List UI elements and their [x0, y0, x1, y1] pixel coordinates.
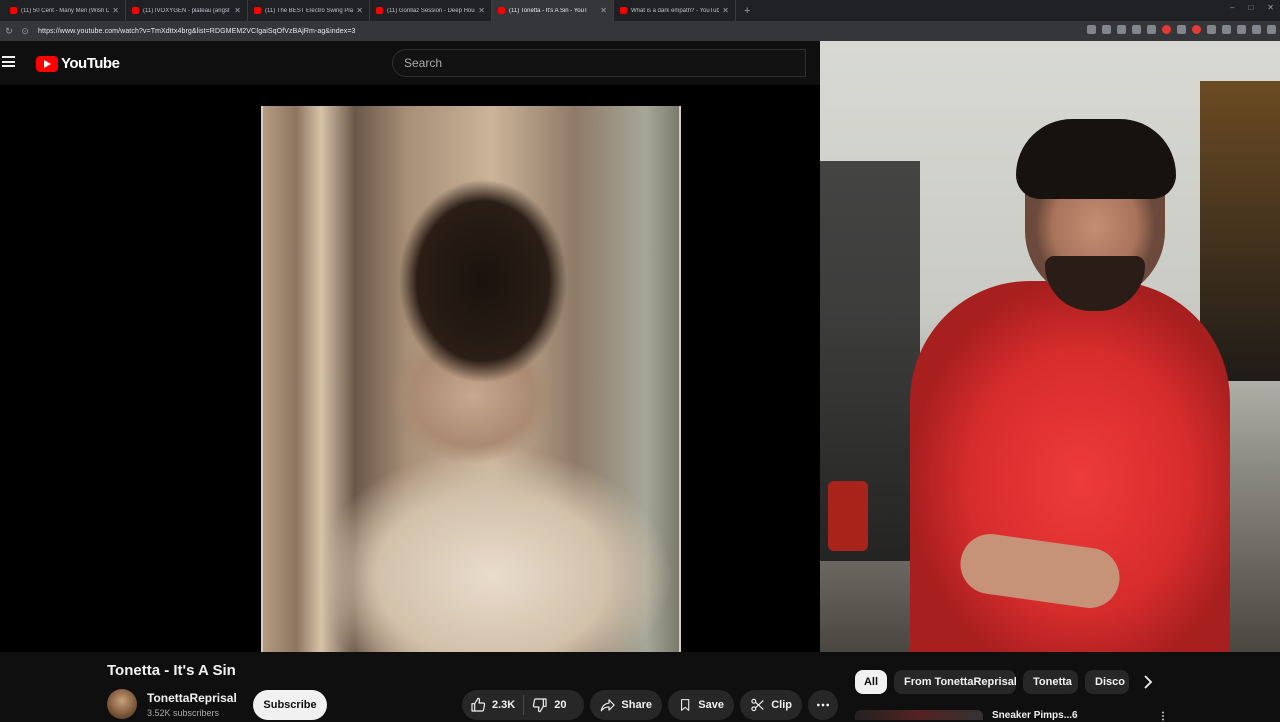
extension-icon[interactable]	[1147, 25, 1156, 34]
webcam-background-shelf	[1200, 81, 1280, 381]
browser-tab[interactable]: (11) 50 Cent - Many Men (Wish D ✕	[4, 0, 126, 21]
chevron-right-icon[interactable]	[1140, 674, 1156, 690]
new-tab-button[interactable]: +	[736, 5, 758, 17]
chip-disco[interactable]: Disco	[1085, 670, 1129, 694]
youtube-favicon-icon	[10, 7, 17, 14]
clip-button[interactable]: Clip	[740, 690, 802, 720]
browser-tab-active[interactable]: (11) Tonetta - It's A Sin - YouT ✕	[492, 0, 614, 21]
dislike-button[interactable]: 20	[524, 690, 574, 720]
youtube-header: YouTube Search	[0, 41, 820, 85]
minimize-icon[interactable]: –	[1230, 3, 1234, 12]
youtube-play-icon	[36, 55, 58, 72]
save-button[interactable]: Save	[668, 690, 734, 720]
maximize-icon[interactable]: □	[1248, 3, 1253, 12]
extensions-puzzle-icon[interactable]	[1237, 25, 1246, 34]
thumbs-down-icon	[533, 698, 547, 713]
scissors-icon	[751, 698, 764, 712]
close-tab-icon[interactable]: ✕	[722, 6, 729, 15]
more-dots-icon	[817, 703, 829, 707]
share-arrow-icon	[600, 699, 615, 712]
record-extension-icon[interactable]	[1162, 25, 1171, 34]
channel-avatar[interactable]	[107, 689, 137, 719]
extension-icon[interactable]	[1087, 25, 1096, 34]
hamburger-menu-icon[interactable]	[2, 56, 15, 67]
youtube-favicon-icon	[620, 7, 627, 14]
extension-icon[interactable]	[1102, 25, 1111, 34]
reload-icon[interactable]: ↻	[2, 26, 16, 37]
youtube-favicon-icon	[132, 7, 139, 14]
youtube-favicon-icon	[498, 7, 505, 14]
video-title: Tonetta - It's A Sin	[107, 662, 236, 679]
dislike-count: 20	[554, 699, 567, 711]
bookmark-icon	[681, 699, 690, 711]
extension-icon[interactable]	[1192, 25, 1201, 34]
share-label: Share	[621, 699, 652, 711]
chip-all[interactable]: All	[855, 670, 887, 694]
webcam-background-bin	[828, 481, 868, 551]
clip-label: Clip	[771, 699, 792, 711]
subscribe-button[interactable]: Subscribe	[253, 690, 327, 720]
channel-name[interactable]: TonettaReprisal	[147, 691, 237, 705]
like-button[interactable]: 2.3K	[462, 690, 523, 720]
more-actions-button[interactable]	[808, 690, 838, 720]
close-tab-icon[interactable]: ✕	[356, 6, 363, 15]
address-bar: ↻ ⊙ https://www.youtube.com/watch?v=TmXd…	[0, 21, 1280, 41]
url-field[interactable]: https://www.youtube.com/watch?v=TmXdttx4…	[38, 28, 356, 35]
browser-tab[interactable]: (11) Gorillaz Session - Deep House ✕	[370, 0, 492, 21]
search-input[interactable]: Search	[392, 49, 806, 77]
tab-title: (11) The BEST Electro Swing Playli	[265, 7, 354, 14]
window-controls: – □ ✕	[1230, 3, 1274, 12]
recommendation-menu-icon[interactable]: ⋮	[1158, 711, 1168, 722]
tab-title: What is a dark empath? - YouTube	[631, 7, 720, 14]
profile-avatar-icon[interactable]	[1252, 25, 1261, 34]
tab-title: (11) Gorillaz Session - Deep House	[387, 7, 476, 14]
youtube-favicon-icon	[376, 7, 383, 14]
like-dislike-group: 2.3K 20	[462, 690, 584, 720]
recommendation-title[interactable]: Sneaker Pimps...6	[992, 710, 1078, 721]
webcam-overlay	[820, 41, 1280, 652]
chip-tonetta[interactable]: Tonetta	[1023, 670, 1078, 694]
extension-toolbar	[1087, 25, 1276, 34]
bookmark-star-icon[interactable]	[1117, 25, 1126, 34]
thumbs-up-icon	[471, 697, 486, 712]
close-tab-icon[interactable]: ✕	[600, 6, 607, 15]
extension-icon[interactable]	[1132, 25, 1141, 34]
video-frame-photo	[261, 106, 681, 652]
close-tab-icon[interactable]: ✕	[112, 6, 119, 15]
subscriber-count: 3.52K subscribers	[147, 708, 220, 718]
webcam-person-hair	[1016, 119, 1176, 199]
extension-icon[interactable]	[1222, 25, 1231, 34]
youtube-favicon-icon	[254, 7, 261, 14]
chip-from-channel[interactable]: From TonettaReprisal	[894, 670, 1016, 694]
browser-tab[interactable]: (11) The BEST Electro Swing Playli ✕	[248, 0, 370, 21]
tab-title: (11) Tonetta - It's A Sin - YouT	[509, 7, 588, 14]
menu-dots-icon[interactable]	[1267, 25, 1276, 34]
close-window-icon[interactable]: ✕	[1267, 3, 1274, 12]
browser-tab[interactable]: What is a dark empath? - YouTube ✕	[614, 0, 736, 21]
extension-icon[interactable]	[1207, 25, 1216, 34]
youtube-wordmark: YouTube	[61, 55, 120, 72]
close-tab-icon[interactable]: ✕	[478, 6, 485, 15]
youtube-logo[interactable]: YouTube	[36, 55, 120, 72]
tab-title: (11) 50 Cent - Many Men (Wish D	[21, 7, 110, 14]
site-info-icon[interactable]: ⊙	[18, 26, 32, 37]
share-button[interactable]: Share	[590, 690, 662, 720]
close-tab-icon[interactable]: ✕	[234, 6, 241, 15]
recommendation-thumbnail[interactable]	[855, 710, 983, 720]
browser-tab[interactable]: (11) IVOXYGEN - plateau (angst T ✕	[126, 0, 248, 21]
tab-title: (11) IVOXYGEN - plateau (angst T	[143, 7, 232, 14]
browser-tab-bar: (11) 50 Cent - Many Men (Wish D ✕ (11) IV…	[0, 0, 1280, 21]
save-label: Save	[698, 699, 724, 711]
like-count: 2.3K	[492, 699, 516, 711]
video-player[interactable]	[0, 85, 820, 652]
extension-icon[interactable]	[1177, 25, 1186, 34]
